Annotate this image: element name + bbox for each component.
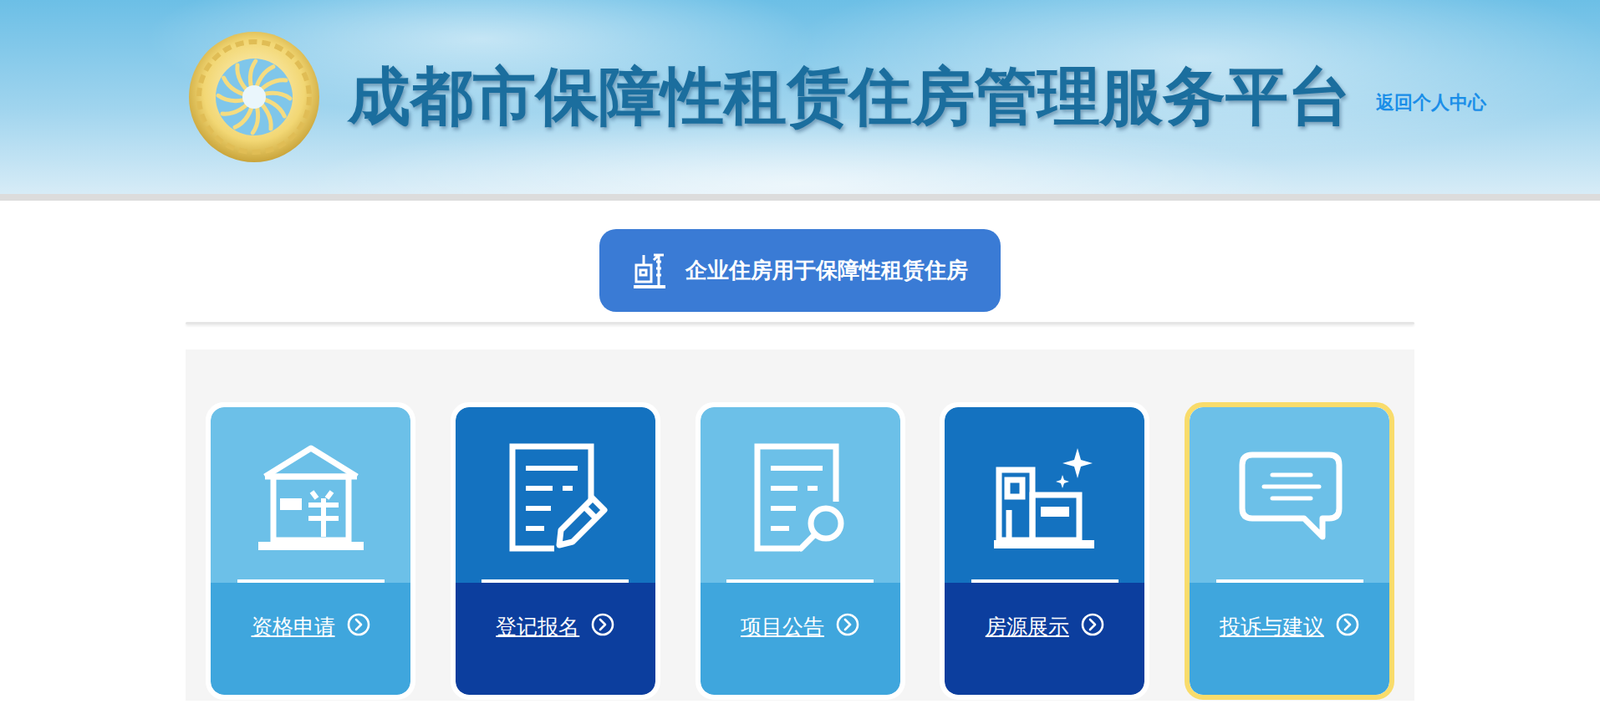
card-label[interactable]: 投诉与建议 xyxy=(1219,612,1325,641)
card-top xyxy=(1189,407,1390,583)
card-label[interactable]: 项目公告 xyxy=(740,612,825,641)
chat-bubble-icon xyxy=(1235,443,1345,552)
service-card[interactable]: 资格申请 xyxy=(205,402,416,700)
arrow-circle-icon xyxy=(346,612,371,637)
house-icon xyxy=(256,443,366,552)
building-icon xyxy=(990,443,1100,552)
city-logo-icon xyxy=(185,28,323,166)
card-top xyxy=(700,407,901,583)
card-label[interactable]: 登记报名 xyxy=(495,612,580,641)
card-top xyxy=(455,407,656,583)
arrow-circle-icon xyxy=(591,612,615,637)
card-bottom: 房源展示 xyxy=(944,582,1145,695)
card-bottom: 投诉与建议 xyxy=(1189,582,1390,695)
arrow-circle-icon xyxy=(1335,612,1360,637)
card-bottom: 项目公告 xyxy=(700,582,901,695)
card-bottom: 资格申请 xyxy=(210,582,411,695)
service-card[interactable]: 登记报名 xyxy=(450,402,661,700)
header-banner: 成都市保障性租赁住房管理服务平台返回个人中心 xyxy=(0,0,1600,201)
arrow-circle-icon xyxy=(835,612,860,637)
service-panel: 资格申请 登记报名 项目公告 房源展示 投诉与建议 xyxy=(185,349,1415,701)
card-label[interactable]: 房源展示 xyxy=(985,612,1070,641)
card-label[interactable]: 资格申请 xyxy=(251,612,336,641)
card-bottom: 登记报名 xyxy=(455,582,656,695)
arrow-circle-icon xyxy=(1080,612,1105,637)
crane-icon xyxy=(631,251,668,291)
service-card[interactable]: 投诉与建议 xyxy=(1184,402,1395,700)
content: 企业住房用于保障性租赁住房资格申请 登记报名 项目公告 房源展示 投诉与建议 xyxy=(185,200,1415,701)
page: 成都市保障性租赁住房管理服务平台返回个人中心企业住房用于保障性租赁住房资格申请 登… xyxy=(0,0,1600,704)
form-search-icon xyxy=(745,443,855,552)
site-title: 成都市保障性租赁住房管理服务平台 xyxy=(347,55,1351,140)
service-card[interactable]: 项目公告 xyxy=(695,402,906,700)
category-tab[interactable]: 企业住房用于保障性租赁住房 xyxy=(599,229,1001,312)
service-card[interactable]: 房源展示 xyxy=(939,402,1150,700)
card-top xyxy=(210,407,411,583)
divider xyxy=(185,321,1415,325)
back-link[interactable]: 返回个人中心 xyxy=(1375,90,1487,116)
form-edit-icon xyxy=(500,443,610,552)
card-top xyxy=(944,407,1145,583)
